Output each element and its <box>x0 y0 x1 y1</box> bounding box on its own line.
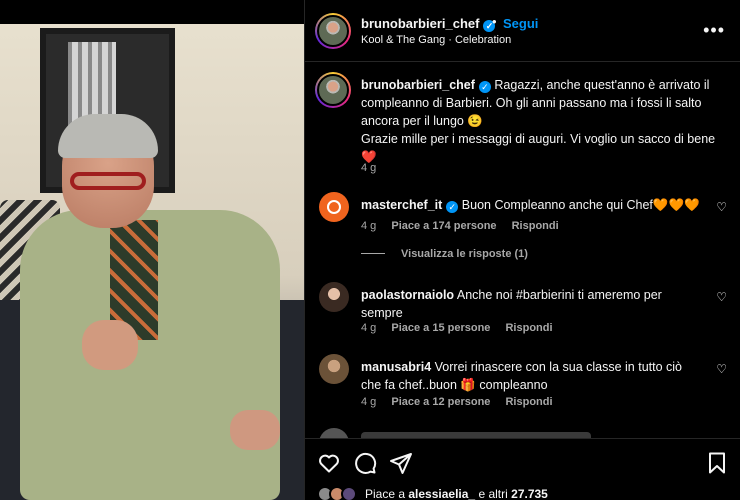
reply-button[interactable]: Rispondi <box>505 396 552 408</box>
caption-time: 4 g <box>361 162 377 174</box>
caption-body-2: Grazie mille per i messaggi di auguri. V… <box>361 132 716 164</box>
comment-text: paolastornaiolo Anche noi #barbierini ti… <box>361 288 662 320</box>
comment-text: masterchef_it ✓ Buon Compleanno anche qui… <box>361 198 700 213</box>
likes-summary[interactable]: Piace a alessiaelia_ e altri 27.735 <box>305 484 740 500</box>
comment-time: 4 g <box>361 396 377 408</box>
post-video[interactable] <box>0 0 304 500</box>
verified-badge-icon: ✓ <box>446 201 459 213</box>
author-username[interactable]: brunobarbieri_chef ✓ <box>361 16 496 32</box>
comment-likes[interactable]: Piace a 12 persone <box>391 396 490 408</box>
comment-icon[interactable] <box>353 451 377 475</box>
comment-username[interactable]: paolastornaiolo <box>361 288 454 302</box>
author-avatar[interactable] <box>315 13 351 49</box>
separator-dot: • <box>492 14 497 29</box>
view-replies-button[interactable]: Visualizza le risposte (1) <box>361 248 528 260</box>
share-icon[interactable] <box>389 451 413 475</box>
commenter-avatar[interactable] <box>319 428 349 438</box>
more-options-icon[interactable]: ••• <box>703 20 725 41</box>
reply-button[interactable]: Rispondi <box>505 322 552 334</box>
comment-username[interactable]: manusabri4 <box>361 360 431 374</box>
like-comment-heart-icon[interactable]: ♡ <box>716 362 727 376</box>
comment-time: 4 g <box>361 220 377 232</box>
comment-likes[interactable]: Piace a 174 persone <box>391 220 496 232</box>
liker-username[interactable]: alessiaelia_ <box>408 487 475 500</box>
likes-text: Piace a alessiaelia_ e altri 27.735 <box>365 487 548 500</box>
comment-meta: 4 g Piace a 174 persone Rispondi <box>361 220 571 232</box>
follow-button[interactable]: Segui <box>503 16 538 31</box>
post-details-panel: brunobarbieri_chef ✓ • Segui Kool & The G… <box>304 0 740 500</box>
caption-text: brunobarbieri_chef ✓ Ragazzi, anche quest… <box>361 76 721 166</box>
commenter-avatar[interactable] <box>319 354 349 384</box>
comment-item-partial <box>361 426 721 438</box>
bookmark-icon[interactable] <box>705 451 729 475</box>
liker-avatar <box>341 486 357 500</box>
heart-icon[interactable] <box>317 451 341 475</box>
commenter-avatar[interactable] <box>319 192 349 222</box>
like-comment-heart-icon[interactable]: ♡ <box>716 200 727 214</box>
comment-username[interactable]: masterchef_it <box>361 198 442 212</box>
caption-username[interactable]: brunobarbieri_chef <box>361 78 475 92</box>
video-person <box>20 114 280 500</box>
comments-list[interactable]: brunobarbieri_chef ✓ Ragazzi, anche quest… <box>305 62 740 438</box>
video-top-bar <box>0 0 304 24</box>
verified-badge-icon: ✓ <box>478 81 491 93</box>
comment-meta: 4 g Piace a 15 persone Rispondi <box>361 322 565 334</box>
like-comment-heart-icon[interactable]: ♡ <box>716 290 727 304</box>
commenter-avatar[interactable] <box>319 282 349 312</box>
comment-time: 4 g <box>361 322 377 334</box>
comment-meta: 4 g Piace a 12 persone Rispondi <box>361 396 565 408</box>
comment-likes[interactable]: Piace a 15 persone <box>391 322 490 334</box>
post-header: brunobarbieri_chef ✓ • Segui Kool & The G… <box>305 0 740 62</box>
caption-avatar[interactable] <box>315 72 351 108</box>
music-track[interactable]: Kool & The Gang · Celebration <box>361 34 511 46</box>
reply-button[interactable]: Rispondi <box>512 220 559 232</box>
likes-count[interactable]: 27.735 <box>511 487 548 500</box>
post-actions-bar <box>305 438 740 484</box>
comment-text: manusabri4 Vorrei rinascere con la sua c… <box>361 360 683 392</box>
